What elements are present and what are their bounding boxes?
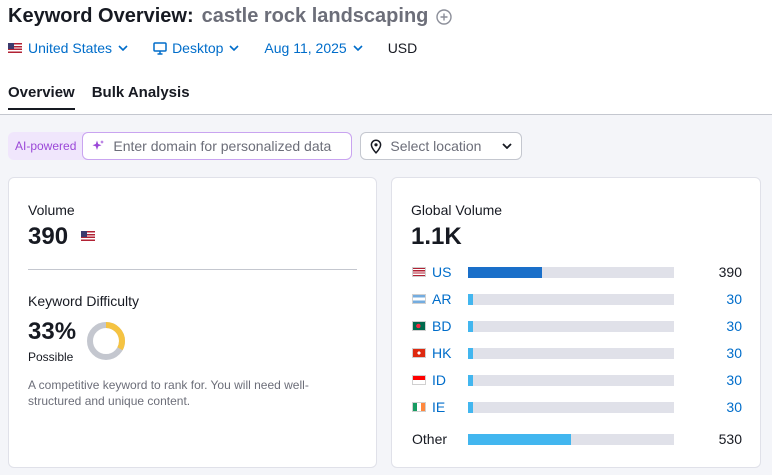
tab-bulk-analysis[interactable]: Bulk Analysis	[92, 84, 190, 110]
tab-bar: Overview Bulk Analysis	[8, 84, 207, 110]
country-dropdown[interactable]: United States	[8, 40, 128, 56]
desktop-icon	[153, 41, 167, 55]
country-volume-value[interactable]: 30	[726, 372, 742, 388]
domain-input-wrapper[interactable]	[82, 132, 353, 160]
device-label: Desktop	[172, 40, 224, 56]
date-label: Aug 11, 2025	[264, 40, 347, 56]
ai-domain-bar: AI-powered Select location	[8, 132, 523, 160]
kd-donut-chart	[87, 322, 125, 360]
ie-flag-icon	[412, 402, 426, 412]
volume-bar-fill	[468, 266, 542, 278]
volume-bar-fill	[468, 347, 473, 359]
domain-input[interactable]	[113, 138, 346, 154]
volume-bar-track	[468, 374, 674, 386]
page-title: Keyword Overview: castle rock landscapin…	[8, 5, 453, 28]
country-volume-value[interactable]: 30	[726, 345, 742, 361]
keyword-text: castle rock landscaping	[201, 5, 429, 27]
ai-input-group: AI-powered	[8, 132, 353, 160]
global-volume-value: 1.1K	[411, 223, 462, 250]
global-volume-row-ar: AR 30	[412, 291, 742, 307]
title-label: Keyword Overview:	[8, 5, 194, 27]
global-volume-row-ie: IE 30	[412, 399, 742, 415]
us-flag-icon	[412, 267, 426, 277]
divider	[28, 269, 357, 270]
volume-bar-fill	[468, 320, 473, 332]
volume-value: 390	[28, 223, 69, 250]
global-volume-row-bd: BD 30	[412, 318, 742, 334]
bd-flag-icon	[412, 321, 426, 331]
country-volume-value[interactable]: 30	[726, 399, 742, 415]
date-dropdown[interactable]: Aug 11, 2025	[264, 40, 363, 56]
volume-bar-track	[468, 401, 674, 413]
kd-description: A competitive keyword to rank for. You w…	[28, 378, 309, 408]
filter-bar: United States Desktop Aug 11, 2025 USD	[8, 40, 417, 56]
country-label: United States	[28, 40, 113, 56]
location-pin-icon	[371, 138, 382, 154]
country-volume-value: 390	[718, 264, 742, 280]
ai-powered-badge: AI-powered	[15, 139, 77, 153]
chevron-down-icon	[118, 45, 128, 51]
id-flag-icon	[412, 375, 426, 385]
other-volume-value: 530	[718, 431, 742, 447]
us-flag-icon	[81, 231, 95, 241]
country-volume-value[interactable]: 30	[726, 318, 742, 334]
country-code-link[interactable]: AR	[432, 291, 466, 307]
sparkle-icon	[92, 140, 105, 150]
page-header: Keyword Overview: castle rock landscapin…	[0, 0, 772, 115]
global-volume-card: Global Volume 1.1K US 390 AR 30 BD 30 HK 30 ID 30…	[391, 177, 761, 468]
global-volume-label: Global Volume	[411, 202, 503, 218]
volume-bar-fill	[468, 433, 571, 445]
volume-bar-track	[468, 347, 674, 359]
chevron-down-icon	[229, 45, 239, 51]
country-code-link[interactable]: IE	[432, 399, 466, 415]
kd-label: Keyword Difficulty	[28, 293, 140, 309]
kd-level: Possible	[28, 350, 74, 364]
hk-flag-icon	[412, 348, 426, 358]
currency-label: USD	[387, 40, 418, 56]
country-code-link[interactable]: US	[432, 264, 466, 280]
ar-flag-icon	[412, 294, 426, 304]
volume-label: Volume	[28, 202, 75, 218]
volume-bar-fill	[468, 374, 473, 386]
volume-difficulty-card: Volume 390 Keyword Difficulty 33% Possib…	[8, 177, 377, 468]
location-placeholder: Select location	[390, 138, 482, 154]
tab-overview[interactable]: Overview	[8, 84, 75, 110]
other-label: Other	[412, 431, 448, 447]
device-dropdown[interactable]: Desktop	[153, 40, 239, 56]
volume-bar-track	[468, 266, 674, 278]
global-volume-row-hk: HK 30	[412, 345, 742, 361]
volume-bar-track	[468, 320, 674, 332]
country-code-link[interactable]: ID	[432, 372, 466, 388]
country-volume-value[interactable]: 30	[726, 291, 742, 307]
chevron-down-icon	[502, 143, 513, 149]
add-to-list-icon[interactable]	[436, 8, 453, 25]
global-volume-row-id: ID 30	[412, 372, 742, 388]
volume-bar-track	[468, 433, 674, 445]
location-select[interactable]: Select location	[360, 132, 523, 160]
volume-bar-fill	[468, 293, 473, 305]
kd-value: 33%	[28, 318, 77, 345]
global-volume-row-us: US 390	[412, 264, 742, 280]
country-code-link[interactable]: BD	[432, 318, 466, 334]
country-code-link[interactable]: HK	[432, 345, 466, 361]
chevron-down-icon	[353, 45, 363, 51]
volume-bar-track	[468, 293, 674, 305]
volume-bar-fill	[468, 401, 473, 413]
us-flag-icon	[8, 43, 22, 53]
global-volume-row-other: Other 530	[412, 431, 742, 447]
